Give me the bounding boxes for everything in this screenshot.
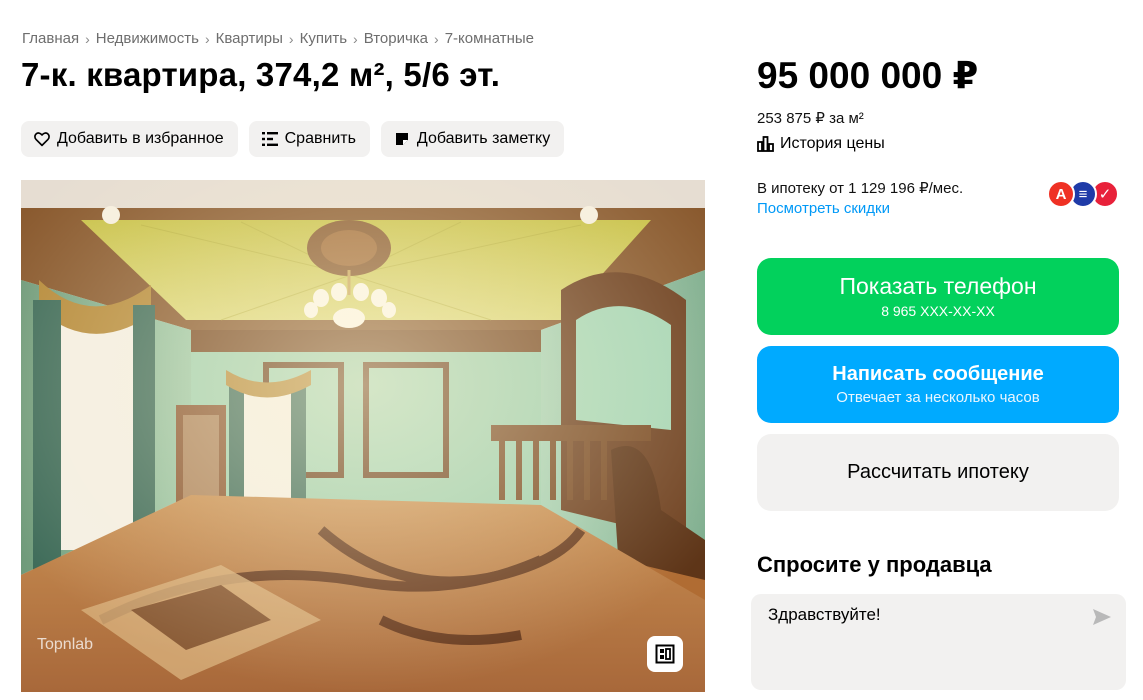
breadcrumb-separator: › xyxy=(288,30,294,47)
breadcrumb-separator: › xyxy=(434,30,439,47)
heart-icon xyxy=(33,130,51,148)
price-per-square-meter: 253 875 ₽ за м² xyxy=(757,110,864,127)
add-note-button[interactable]: Добавить заметку xyxy=(380,121,565,157)
compare-icon xyxy=(261,130,279,148)
breadcrumb-separator: › xyxy=(85,30,90,47)
breadcrumb-separator: › xyxy=(204,30,210,47)
ask-seller-input[interactable]: Здравствуйте! xyxy=(751,594,1126,690)
gallery-button[interactable] xyxy=(647,636,683,672)
calculate-mortgage-button[interactable]: Рассчитать ипотеку xyxy=(757,434,1119,511)
breadcrumb-separator: › xyxy=(353,30,358,47)
send-icon[interactable] xyxy=(1092,608,1112,631)
price-history-label: История цены xyxy=(780,135,885,152)
breadcrumb-item-buy[interactable]: Купить xyxy=(300,30,347,47)
breadcrumb: Главная › Недвижимость › Квартиры › Купи… xyxy=(22,30,534,47)
alfa-bank-logo: А xyxy=(1047,180,1075,208)
breadcrumb-item-secondary[interactable]: Вторичка xyxy=(364,30,428,47)
response-time: Отвечает за несколько часов xyxy=(836,389,1040,406)
view-discounts-link[interactable]: Посмотреть скидки xyxy=(757,200,890,217)
listing-photo[interactable]: Topnlab xyxy=(21,180,705,692)
masked-phone-number: 8 965 XXX-XX-XX xyxy=(881,303,995,319)
show-phone-button[interactable]: Показать телефон 8 965 XXX-XX-XX xyxy=(757,258,1119,335)
gallery-icon xyxy=(655,644,675,664)
breadcrumb-item-apartments[interactable]: Квартиры xyxy=(216,30,283,47)
write-message-button[interactable]: Написать сообщение Отвечает за несколько… xyxy=(757,346,1119,423)
show-phone-label: Показать телефон xyxy=(839,273,1037,299)
add-to-favorites-button[interactable]: Добавить в избранное xyxy=(21,121,238,157)
page-title: 7-к. квартира, 374,2 м², 5/6 эт. xyxy=(21,56,501,93)
mortgage-monthly: В ипотеку от 1 129 196 ₽/мес. xyxy=(757,180,964,197)
note-icon xyxy=(393,130,411,148)
ask-seller-message: Здравствуйте! xyxy=(768,605,881,624)
breadcrumb-item-realty[interactable]: Недвижимость xyxy=(96,30,199,47)
compare-button[interactable]: Сравнить xyxy=(248,121,370,157)
price-history-link[interactable]: История цены xyxy=(757,135,885,153)
add-note-label: Добавить заметку xyxy=(416,130,551,147)
price: 95 000 000 ₽ xyxy=(757,55,979,96)
photo-watermark: Topnlab xyxy=(37,636,94,653)
listing-actions: Добавить в избранное Сравнить Добавить з… xyxy=(21,121,565,157)
chart-icon xyxy=(757,136,774,152)
compare-label: Сравнить xyxy=(284,130,356,147)
write-message-label: Написать сообщение xyxy=(832,363,1044,385)
add-to-favorites-label: Добавить в избранное xyxy=(57,130,224,147)
breadcrumb-item-7-rooms[interactable]: 7-комнатные xyxy=(445,30,534,47)
apartment-interior-image xyxy=(21,180,705,692)
bank-logos: А ≡ ✓ xyxy=(1047,180,1119,208)
ask-seller-heading: Спросите у продавца xyxy=(757,552,992,577)
breadcrumb-item-home[interactable]: Главная xyxy=(22,30,79,47)
